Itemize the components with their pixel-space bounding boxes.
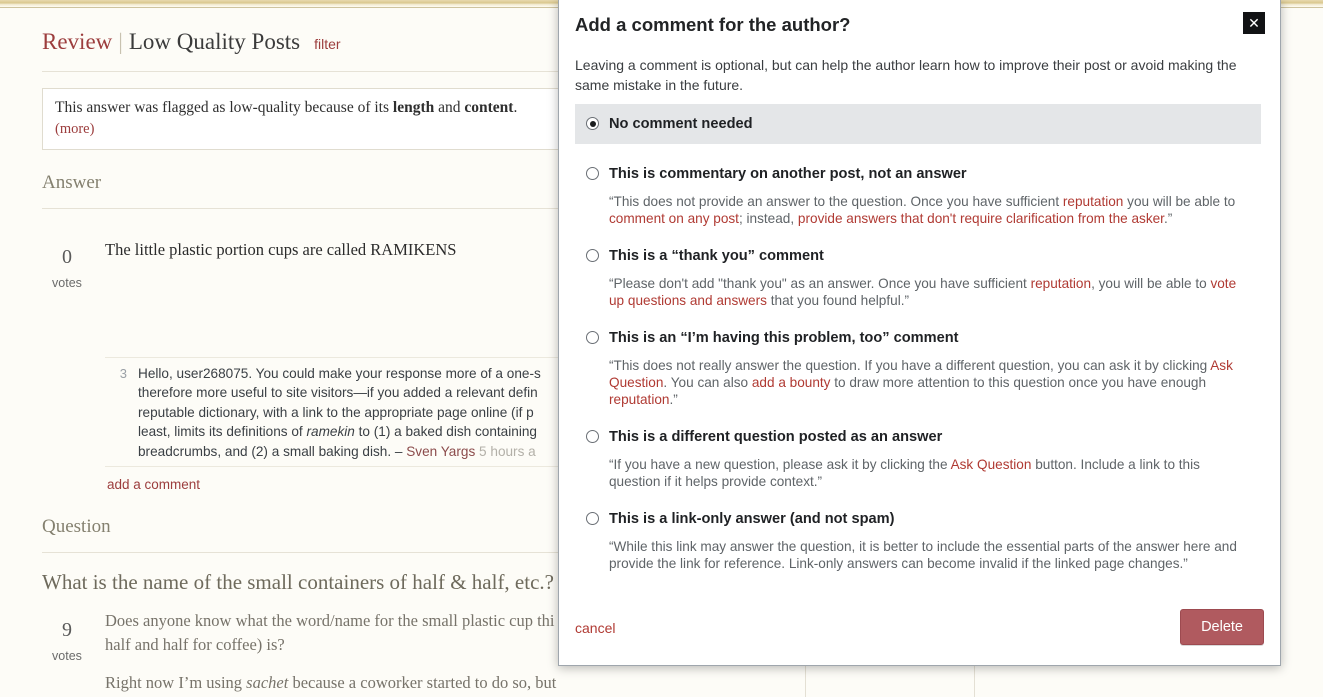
breadcrumb-separator: | xyxy=(118,29,123,54)
option-row-thank-you-comment[interactable]: This is a “thank you” comment xyxy=(575,238,1261,274)
breadcrumb-queue-name: Low Quality Posts xyxy=(128,29,301,54)
modal-footer: cancel Delete xyxy=(559,593,1280,665)
comment-line-4a: least, limits its definitions of xyxy=(138,424,307,440)
option-description-thank-you-comment: “Please don't add "thank you" as an answ… xyxy=(575,274,1261,309)
close-icon[interactable]: ✕ xyxy=(1243,12,1265,34)
radio-having-this-problem-too[interactable] xyxy=(586,331,599,345)
flag-notice-more-link[interactable]: (more) xyxy=(55,121,94,137)
radio-no-comment-needed[interactable] xyxy=(586,117,599,130)
breadcrumb-review-link[interactable]: Review xyxy=(42,29,112,54)
flag-notice-joiner: and xyxy=(434,99,465,116)
option-desc-link-having-this-problem-too-3[interactable]: add a bounty xyxy=(752,375,831,390)
answer-vote-count: 0 xyxy=(62,246,72,268)
option-desc-link-commentary-on-another-post-1[interactable]: reputation xyxy=(1063,194,1123,209)
filter-link[interactable]: filter xyxy=(314,36,340,52)
option-desc-link-commentary-on-another-post-5[interactable]: provide answers that don't require clari… xyxy=(798,211,1164,226)
question-paragraph-2: Right now I’m using sachet because a cow… xyxy=(105,671,805,697)
option-label-thank-you-comment: This is a “thank you” comment xyxy=(609,248,824,265)
option-different-question-as-answer[interactable]: This is a different question posted as a… xyxy=(575,419,1261,455)
answer-section-title: Answer xyxy=(42,172,102,193)
option-row-no-comment-needed[interactable]: No comment needed xyxy=(575,104,1261,144)
option-desc-text-commentary-on-another-post-0: “This does not provide an answer to the … xyxy=(609,194,1063,209)
cancel-button[interactable]: cancel xyxy=(575,620,615,636)
option-commentary-on-another-post[interactable]: This is commentary on another post, not … xyxy=(575,156,1261,192)
radio-link-only-answer[interactable] xyxy=(586,512,599,526)
option-block-thank-you-comment: This is a “thank you” comment “Please don… xyxy=(575,238,1261,309)
comment-line-3: reputable dictionary, with a link to the… xyxy=(138,404,534,420)
answer-vote-cell: 0 votes xyxy=(40,246,94,291)
option-desc-link-commentary-on-another-post-3[interactable]: comment on any post xyxy=(609,211,739,226)
comment-option-list: No comment needed This is commentary on a… xyxy=(575,104,1261,584)
option-label-different-question-as-answer: This is a different question posted as a… xyxy=(609,429,943,446)
option-block-having-this-problem-too: This is an “I’m having this problem, too… xyxy=(575,320,1261,408)
option-label-having-this-problem-too: This is an “I’m having this problem, too… xyxy=(609,330,959,347)
question-p1-line2: half and half for coffee) is? xyxy=(105,634,285,654)
option-desc-text-different-question-as-answer-0: “If you have a new question, please ask … xyxy=(609,457,951,473)
add-a-comment-link[interactable]: add a comment xyxy=(107,477,200,492)
flag-notice-suffix: . xyxy=(513,99,518,116)
comment-score: 3 xyxy=(119,366,127,381)
option-desc-text-having-this-problem-too-6: .” xyxy=(669,391,678,407)
question-section-title: Question xyxy=(42,516,111,537)
option-desc-link-different-question-as-answer-1[interactable]: Ask Question xyxy=(951,457,1032,472)
comment-age: 5 hours a xyxy=(475,443,536,459)
option-block-no-comment-needed: No comment needed xyxy=(575,104,1261,144)
comment-line-4b: to (1) a baked dish containing xyxy=(354,424,537,440)
option-desc-text-having-this-problem-too-4: to draw more attention to this question … xyxy=(830,374,1207,390)
review-breadcrumb: Review | Low Quality Posts filter xyxy=(42,29,341,55)
option-description-having-this-problem-too: “This does not really answer the questio… xyxy=(575,356,1261,408)
question-p2-a: Right now I’m using xyxy=(105,672,247,692)
flag-reason-content: content xyxy=(464,99,514,116)
comment-line-1: Hello, user268075. You could make your r… xyxy=(138,366,541,381)
option-desc-text-thank-you-comment-2: , you will be able to xyxy=(1091,276,1211,292)
option-desc-link-having-this-problem-too-5[interactable]: reputation xyxy=(609,392,669,407)
option-block-link-only-answer: This is a link-only answer (and not spam… xyxy=(575,501,1261,572)
option-desc-text-thank-you-comment-4: that you found helpful.” xyxy=(766,292,910,308)
option-row-different-question-as-answer[interactable]: This is a different question posted as a… xyxy=(575,419,1261,455)
radio-different-question-as-answer[interactable] xyxy=(586,430,599,444)
option-desc-link-thank-you-comment-1[interactable]: reputation xyxy=(1031,276,1091,291)
answer-vote-label: votes xyxy=(52,276,82,290)
option-desc-text-having-this-problem-too-2: . You can also xyxy=(663,374,752,390)
modal-title: Add a comment for the author? xyxy=(575,14,851,35)
option-label-no-comment-needed: No comment needed xyxy=(609,116,753,132)
option-desc-text-thank-you-comment-0: “Please don't add "thank you" as an answ… xyxy=(609,276,1031,292)
option-desc-text-commentary-on-another-post-4: ; instead, xyxy=(738,210,798,226)
add-comment-modal: Add a comment for the author? ✕ Leaving … xyxy=(558,0,1281,666)
option-having-this-problem-too[interactable]: This is an “I’m having this problem, too… xyxy=(575,320,1261,356)
option-row-commentary-on-another-post[interactable]: This is commentary on another post, not … xyxy=(575,156,1261,192)
question-p2-b: because a coworker started to do so, but xyxy=(288,672,557,692)
option-description-commentary-on-another-post: “This does not provide an answer to the … xyxy=(575,192,1261,227)
question-p1-line1: Does anyone know what the word/name for … xyxy=(105,611,555,630)
question-vote-label: votes xyxy=(52,649,82,663)
option-label-link-only-answer: This is a link-only answer (and not spam… xyxy=(609,511,895,528)
question-vote-count: 9 xyxy=(62,619,72,641)
option-label-commentary-on-another-post: This is commentary on another post, not … xyxy=(609,166,967,182)
flag-reason-length: length xyxy=(392,99,435,116)
option-block-different-question-as-answer: This is a different question posted as a… xyxy=(575,419,1261,490)
radio-commentary-on-another-post[interactable] xyxy=(586,167,599,180)
option-description-different-question-as-answer: “If you have a new question, please ask … xyxy=(575,455,1261,490)
delete-button[interactable]: Delete xyxy=(1180,609,1264,645)
option-desc-text-having-this-problem-too-0: “This does not really answer the questio… xyxy=(609,358,1211,374)
option-thank-you-comment[interactable]: This is a “thank you” comment xyxy=(575,238,1261,274)
comment-line-5: breadcrumbs, and (2) a small baking dish… xyxy=(138,443,407,459)
modal-subtitle: Leaving a comment is optional, but can h… xyxy=(575,57,1237,93)
option-block-commentary-on-another-post: This is commentary on another post, not … xyxy=(575,156,1261,227)
option-link-only-answer[interactable]: This is a link-only answer (and not spam… xyxy=(575,501,1261,537)
option-desc-text-commentary-on-another-post-2: you will be able to xyxy=(1123,194,1236,209)
comment-line-2: therefore more useful to site visitors—i… xyxy=(138,385,538,401)
option-description-link-only-answer: “While this link may answer the question… xyxy=(575,537,1261,572)
option-row-having-this-problem-too[interactable]: This is an “I’m having this problem, too… xyxy=(575,320,1261,356)
comment-italic-ramekin: ramekin xyxy=(306,424,355,440)
question-vote-cell: 9 votes xyxy=(40,619,94,664)
option-no-comment-needed[interactable]: No comment needed xyxy=(575,104,1261,144)
option-row-link-only-answer[interactable]: This is a link-only answer (and not spam… xyxy=(575,501,1261,537)
question-italic-sachet: sachet xyxy=(246,672,289,692)
option-desc-text-commentary-on-another-post-6: .” xyxy=(1163,210,1173,226)
comment-author-link[interactable]: Sven Yargs xyxy=(406,444,475,459)
flag-notice-prefix: This answer was flagged as low-quality b… xyxy=(55,99,393,116)
option-desc-text-link-only-answer-0: “While this link may answer the question… xyxy=(609,539,1237,571)
radio-thank-you-comment[interactable] xyxy=(586,249,599,263)
